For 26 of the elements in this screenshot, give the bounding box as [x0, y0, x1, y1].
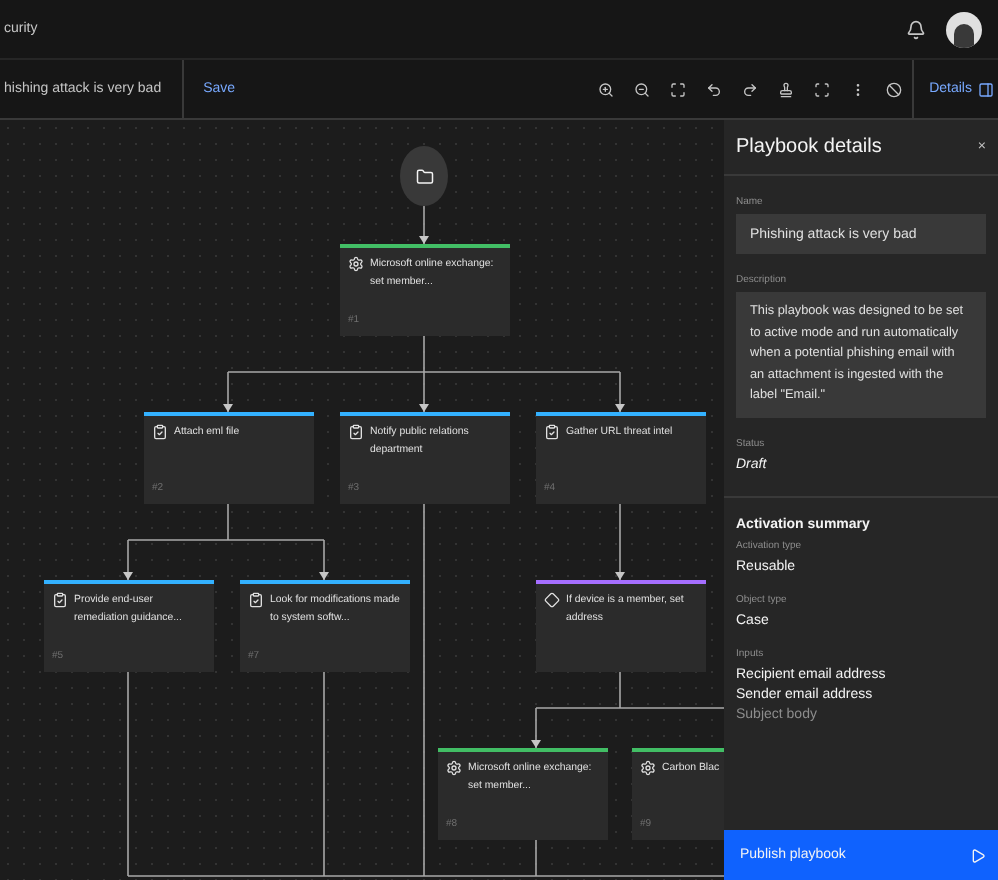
clipboard-icon	[248, 592, 264, 608]
zoom-in-icon[interactable]	[597, 81, 614, 97]
panel-title: Playbook details	[736, 136, 882, 158]
folder-icon	[415, 167, 433, 185]
play-icon	[970, 847, 986, 863]
start-node[interactable]	[400, 146, 448, 206]
ban-icon[interactable]	[885, 81, 902, 97]
fit-screen-icon[interactable]	[669, 81, 686, 97]
frame-icon[interactable]	[813, 81, 830, 97]
notification-icon[interactable]	[906, 19, 926, 39]
undo-icon[interactable]	[705, 81, 722, 97]
stamp-icon[interactable]	[777, 81, 794, 97]
clipboard-icon	[152, 424, 168, 440]
avatar[interactable]	[946, 11, 982, 47]
connector-line	[619, 503, 621, 581]
diamond-icon	[544, 592, 560, 608]
clipboard-icon	[348, 424, 364, 440]
clipboard-icon	[52, 592, 68, 608]
gear-icon	[348, 256, 364, 272]
zoom-out-icon[interactable]	[633, 81, 650, 97]
redo-icon[interactable]	[741, 81, 758, 97]
gear-icon	[640, 760, 656, 776]
connector-line	[423, 205, 425, 245]
gear-icon	[446, 760, 462, 776]
clipboard-icon	[544, 424, 560, 440]
side-panel-icon	[978, 81, 994, 97]
